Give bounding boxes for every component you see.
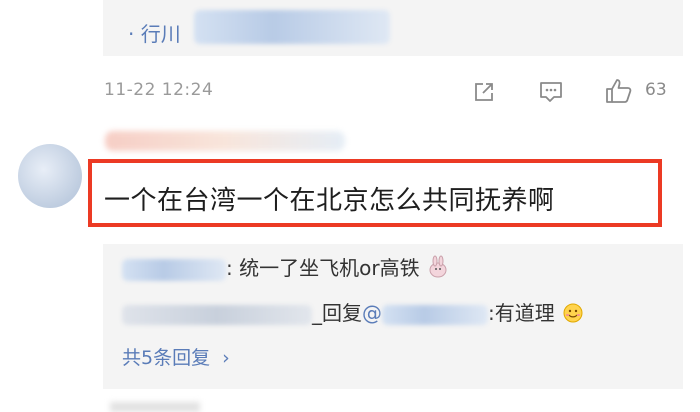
reply-action: _回复 bbox=[312, 301, 362, 325]
author-handle: 行川 bbox=[140, 22, 181, 46]
bullet: · bbox=[128, 22, 135, 46]
comment-icon bbox=[540, 82, 562, 102]
reply-separator: : bbox=[226, 256, 233, 280]
comment-timestamp: 11-22 12:24 bbox=[104, 80, 214, 100]
share-button[interactable] bbox=[470, 78, 498, 106]
next-item-preview bbox=[110, 402, 200, 412]
redacted-reply-author[interactable] bbox=[122, 304, 312, 325]
mention-link[interactable]: @ bbox=[362, 301, 488, 325]
share-icon bbox=[475, 83, 493, 101]
quoted-reply-panel bbox=[103, 0, 683, 56]
redacted-reply-author[interactable] bbox=[122, 258, 226, 281]
reply-item: _回复@:有道理 bbox=[122, 297, 585, 329]
previous-reply-author[interactable]: · 行川 bbox=[128, 18, 181, 47]
comment-button[interactable] bbox=[536, 78, 566, 106]
reply-item: : 统一了坐飞机or高铁 bbox=[122, 252, 450, 284]
mention-at: @ bbox=[362, 301, 382, 325]
reply-text: 统一了坐飞机or高铁 bbox=[239, 256, 420, 280]
like-button[interactable] bbox=[602, 76, 636, 106]
avatar[interactable] bbox=[18, 144, 82, 208]
smile-emoji-icon bbox=[561, 300, 585, 329]
view-more-replies-link[interactable]: 共5条回复 › bbox=[122, 343, 230, 370]
bunny-emoji-icon bbox=[426, 255, 450, 284]
reply-separator: : bbox=[488, 301, 495, 325]
redacted-text bbox=[194, 10, 390, 44]
comment-text: 一个在台湾一个在北京怎么共同抚养啊 bbox=[104, 186, 555, 216]
chevron-right-icon: › bbox=[222, 347, 230, 369]
next-item-edge bbox=[0, 396, 700, 410]
redacted-mention bbox=[382, 304, 488, 325]
like-count: 63 bbox=[645, 80, 667, 100]
reply-text: 有道理 bbox=[494, 301, 555, 325]
redacted-username bbox=[105, 131, 345, 151]
thumbs-up-icon bbox=[606, 79, 632, 103]
more-replies-label: 共5条回复 bbox=[122, 347, 211, 369]
